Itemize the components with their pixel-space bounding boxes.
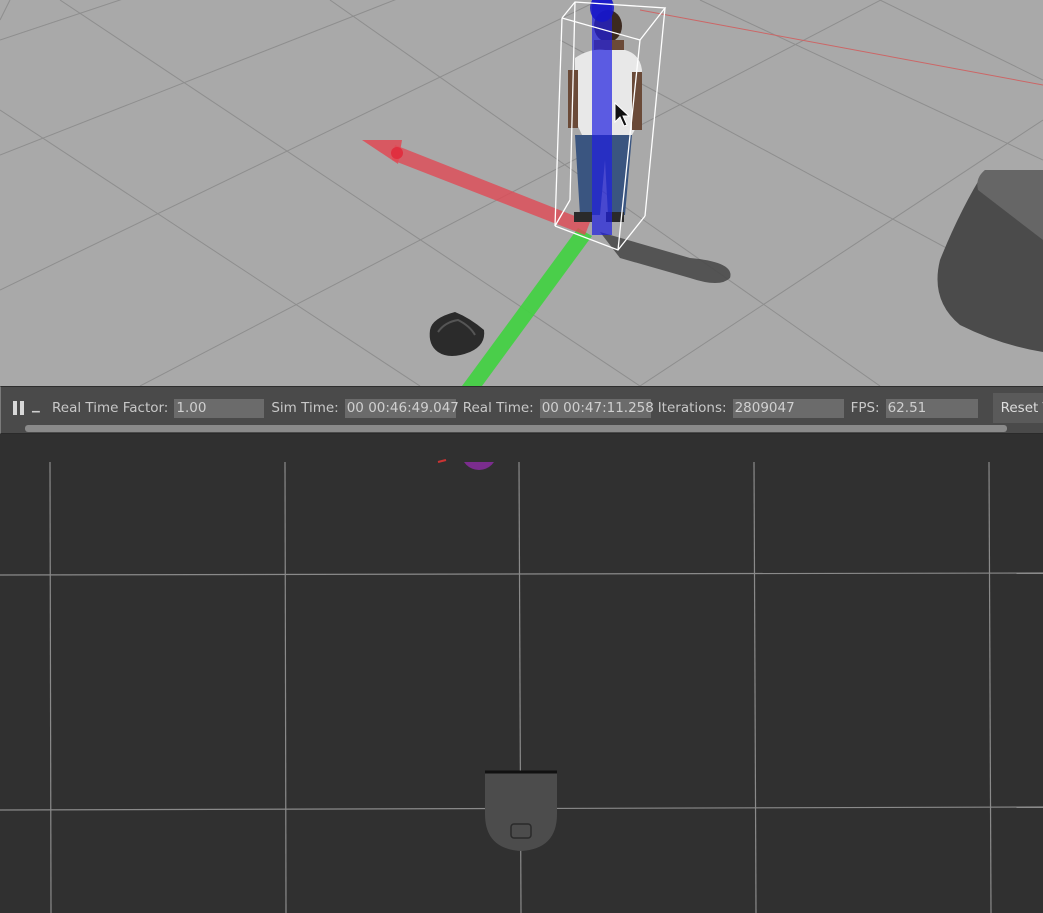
horizontal-scrollbar-thumb[interactable] <box>25 425 1007 432</box>
rviz-map-view[interactable] <box>0 434 1043 913</box>
iterations-label: Iterations: <box>657 400 727 416</box>
y-axis-arrow <box>462 228 592 386</box>
sim-time-field[interactable]: 00 00:46:49.047 <box>344 398 459 418</box>
scene-render <box>0 0 1043 386</box>
time-panel: ▁ Real Time Factor: 1.00 Sim Time: 00 00… <box>0 386 1043 434</box>
real-time-factor-label: Real Time Factor: <box>52 400 169 416</box>
fps-field[interactable]: 62.51 <box>885 398 978 418</box>
z-axis-arrow <box>590 0 614 235</box>
real-time-field[interactable]: 00 00:47:11.258 <box>539 398 654 418</box>
screen: ▁ Real Time Factor: 1.00 Sim Time: 00 00… <box>0 0 1043 913</box>
pause-icon[interactable] <box>10 398 30 418</box>
real-time-label: Real Time: <box>462 400 534 416</box>
time-panel-row: ▁ Real Time Factor: 1.00 Sim Time: 00 00… <box>1 393 1043 423</box>
fps-label: FPS: <box>850 400 880 416</box>
horizontal-scrollbar[interactable] <box>25 425 1007 432</box>
iterations-field[interactable]: 2809047 <box>732 398 844 418</box>
x-axis-line <box>639 9 1043 86</box>
rviz-render <box>0 434 1043 913</box>
real-time-factor-field[interactable]: 1.00 <box>174 398 265 418</box>
reset-time-button[interactable]: Reset Tir <box>992 393 1043 423</box>
sim-time-label: Sim Time: <box>271 400 339 416</box>
cylinder-obstacle <box>937 170 1043 352</box>
robot-model <box>429 312 485 356</box>
step-icon[interactable]: ▁ <box>32 398 42 418</box>
gazebo-3d-viewport[interactable] <box>0 0 1043 386</box>
robot-topdown <box>485 770 557 851</box>
